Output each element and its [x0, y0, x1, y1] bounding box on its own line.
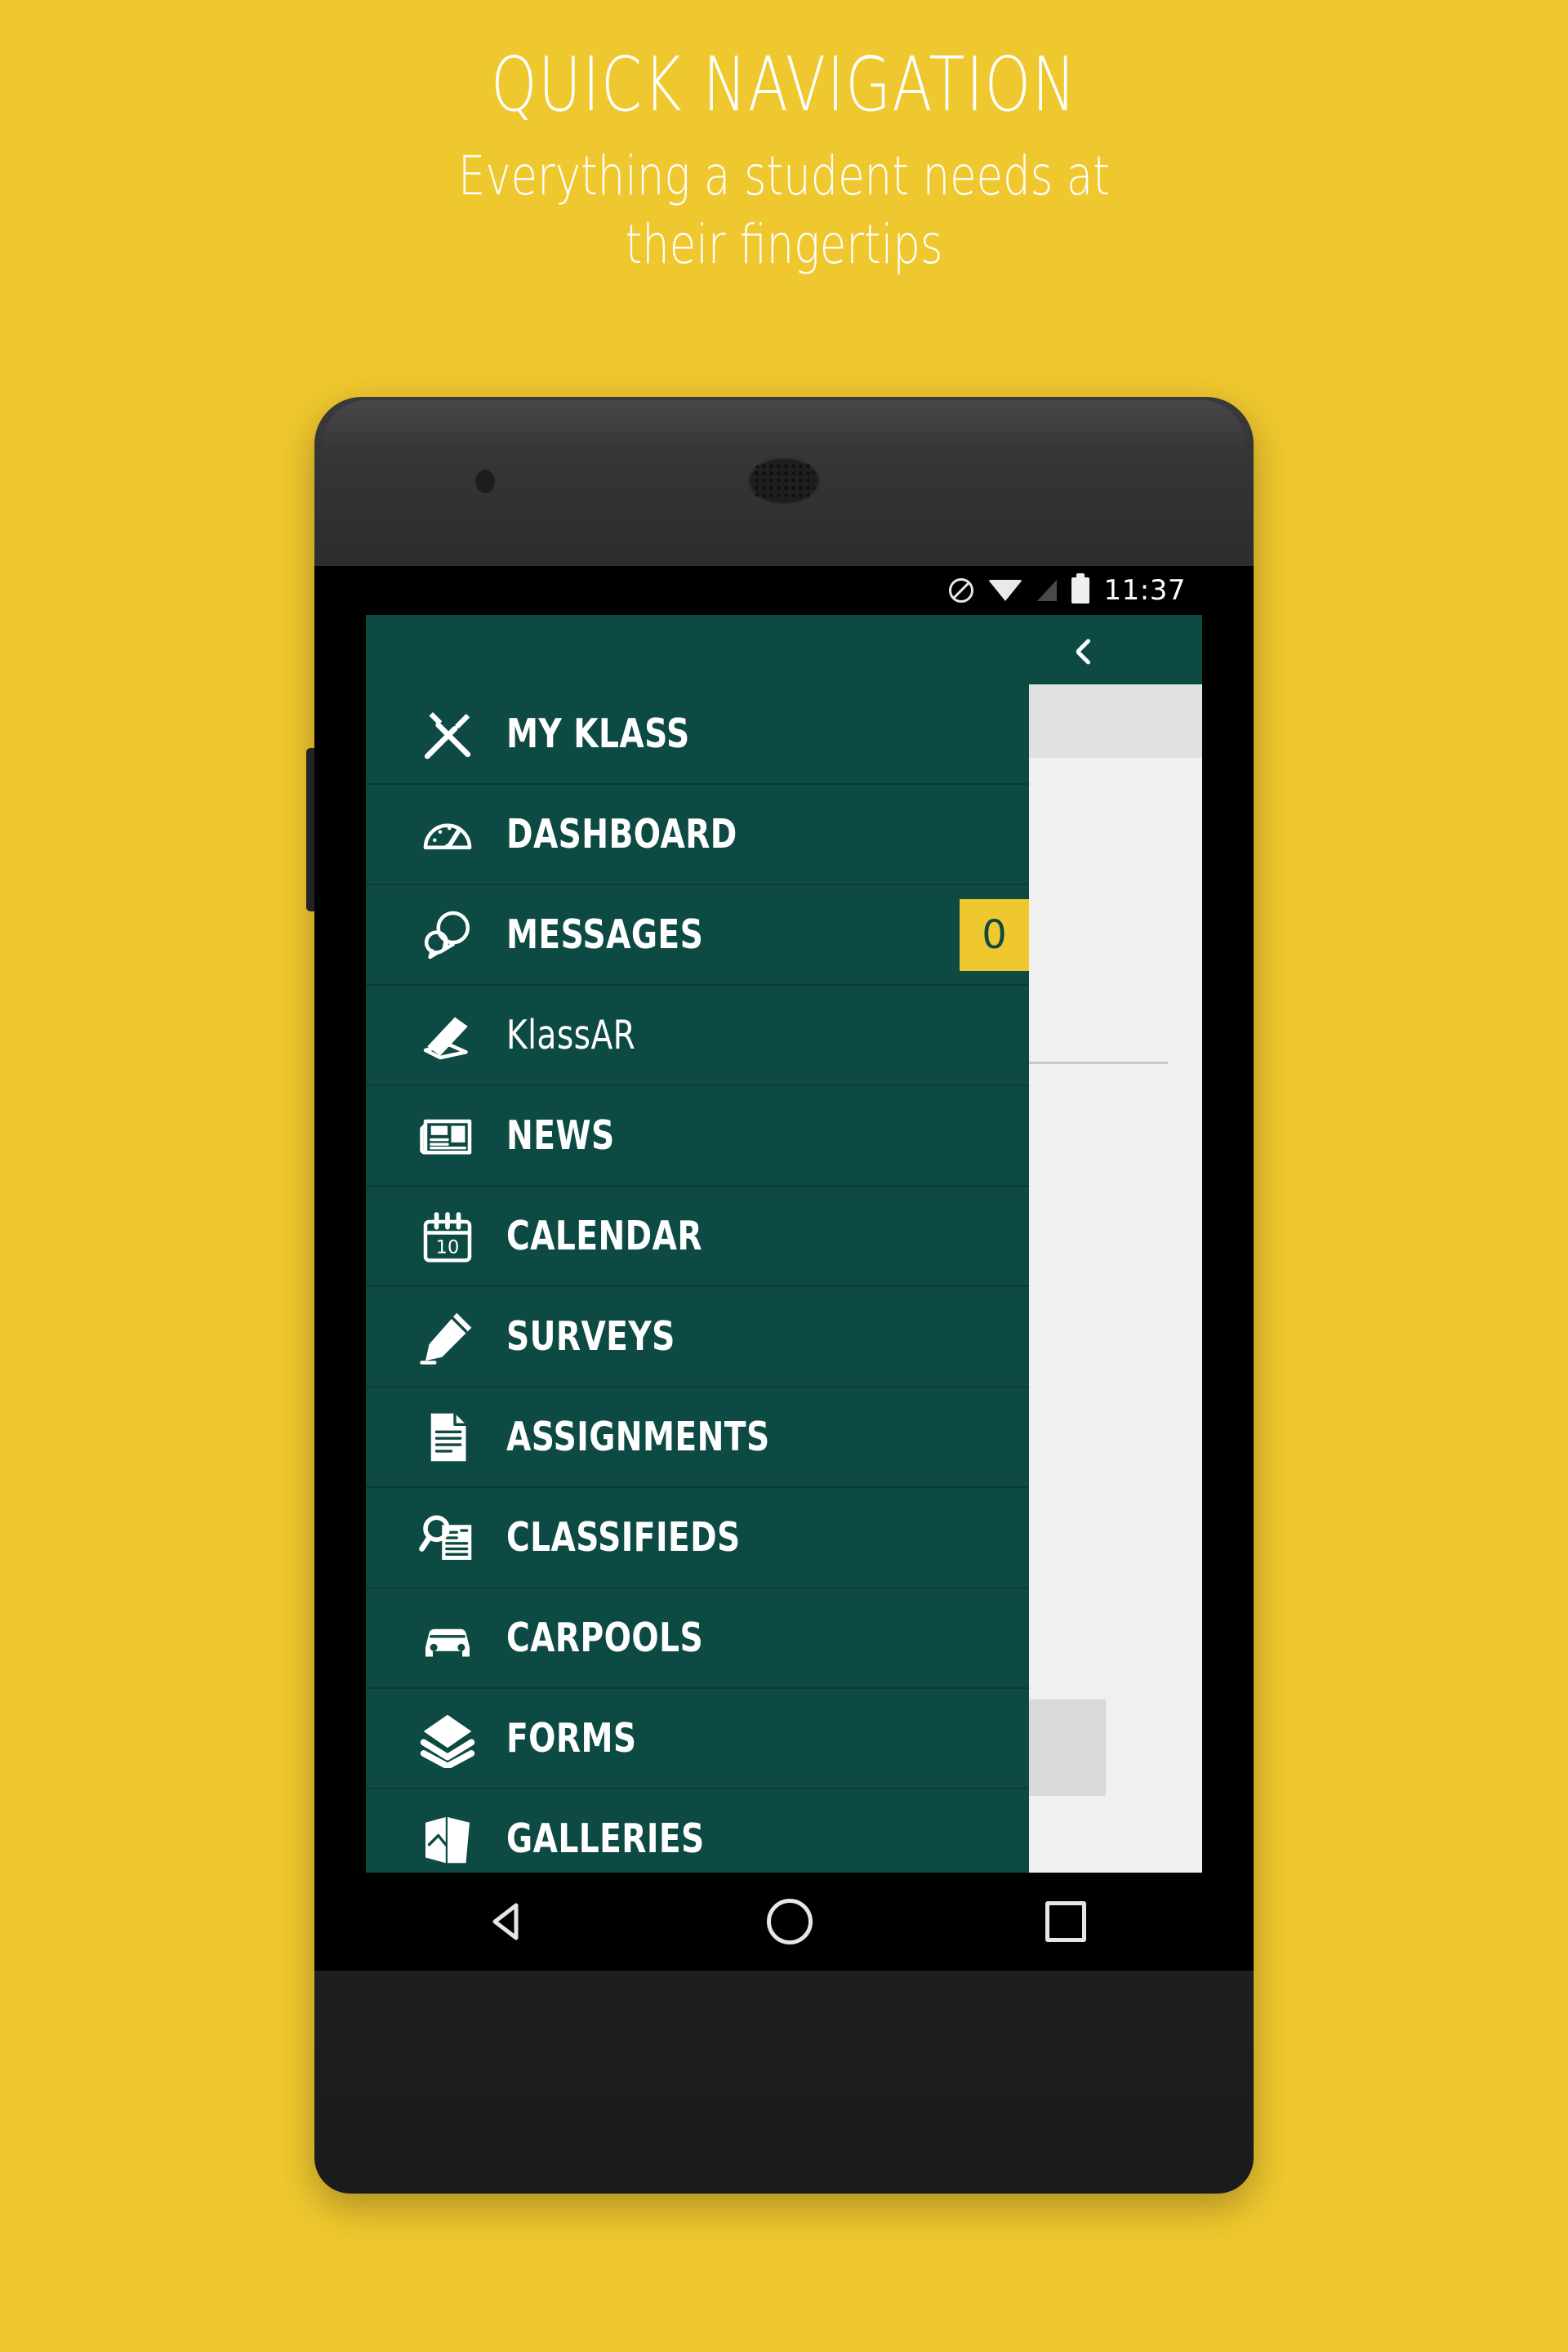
drawer-item-forms[interactable]: FORMS [366, 1689, 1029, 1789]
do-not-disturb-icon [948, 578, 973, 603]
earpiece-speaker-icon [748, 457, 820, 505]
photos-icon [412, 1810, 483, 1869]
scanner-icon [412, 1006, 483, 1065]
drawer-item-dashboard[interactable]: DASHBOARD [366, 785, 1029, 885]
cell-signal-icon [1036, 580, 1057, 601]
calendar-icon: 10 [412, 1207, 483, 1266]
phone-bottom-bezel [314, 1971, 1254, 2194]
circle-home-icon[interactable] [766, 1899, 813, 1944]
pencil-icon [412, 1307, 483, 1366]
app-bar [366, 615, 1202, 684]
drawer-item-label: GALLERIES [506, 1815, 705, 1862]
chat-bubbles-icon [412, 906, 483, 964]
promo-subtitle-line-2: their fingertips [625, 213, 943, 277]
drawer-item-surveys[interactable]: SURVEYS [366, 1287, 1029, 1388]
chevron-left-icon[interactable] [1073, 637, 1098, 666]
battery-icon [1071, 577, 1089, 604]
drawer-item-klassar[interactable]: KlassAR [366, 986, 1029, 1086]
svg-text:10: 10 [436, 1236, 460, 1258]
drawer-item-label: MY KLASS [506, 710, 690, 757]
wifi-icon [987, 580, 1022, 601]
drawer-item-carpools[interactable]: CARPOOLS [366, 1588, 1029, 1689]
drawer-item-label: KlassAR [506, 1012, 636, 1058]
newspaper-icon [412, 1107, 483, 1165]
drawer-item-galleries[interactable]: GALLERIES [366, 1789, 1029, 1873]
promo-subtitle: Everything a student needs at their fing… [157, 142, 1411, 280]
triangle-back-icon[interactable] [482, 1895, 534, 1948]
drawer-item-label: DASHBOARD [506, 811, 737, 858]
document-icon [412, 1408, 483, 1467]
drawer-item-assignments[interactable]: ASSIGNMENTS [366, 1388, 1029, 1488]
drawer-item-label: MESSAGES [506, 911, 704, 958]
promo-header: QUICK NAVIGATION Everything a student ne… [0, 0, 1568, 280]
page-title: QUICK NAVIGATION [491, 41, 1077, 128]
status-bar-clock: 11:37 [1103, 574, 1186, 607]
drawer-item-label: FORMS [506, 1715, 637, 1762]
drawer-item-label: CLASSIFIEDS [506, 1514, 741, 1561]
drawer-item-my-klass[interactable]: MY KLASS [366, 684, 1029, 785]
android-status-bar: 11:37 [366, 566, 1202, 615]
drawer-item-label: SURVEYS [506, 1313, 675, 1360]
layers-icon [412, 1709, 483, 1768]
drawer-item-badge: 0 [960, 898, 1029, 971]
phone-screen: 11:37 Overview ATTENDANCE 50 Total Hrs A… [314, 566, 1254, 1971]
front-camera-icon [475, 469, 495, 493]
square-recents-icon[interactable] [1045, 1901, 1086, 1942]
phone-device-frame: 11:37 Overview ATTENDANCE 50 Total Hrs A… [306, 397, 1254, 2194]
drawer-item-classifieds[interactable]: CLASSIFIEDS [366, 1488, 1029, 1588]
navigation-drawer: MY KLASS DASHBOARD MESSAGES 0 KlassAR NEWS 10 C… [366, 684, 1029, 1873]
promo-subtitle-line-1: Everything a student needs at [458, 145, 1110, 207]
drawer-item-label: CARPOOLS [506, 1615, 704, 1661]
drawer-item-label: CALENDAR [506, 1213, 702, 1259]
car-icon [412, 1609, 483, 1668]
drawer-item-news[interactable]: NEWS [366, 1086, 1029, 1187]
drawer-item-label: ASSIGNMENTS [506, 1414, 770, 1460]
android-navigation-bar [366, 1873, 1202, 1971]
drawer-item-messages[interactable]: MESSAGES 0 [366, 885, 1029, 986]
drawer-item-calendar[interactable]: 10 CALENDAR [366, 1187, 1029, 1287]
gauge-icon [412, 805, 483, 864]
tools-icon [412, 705, 483, 764]
classifieds-icon [412, 1508, 483, 1567]
drawer-item-label: NEWS [506, 1112, 615, 1159]
